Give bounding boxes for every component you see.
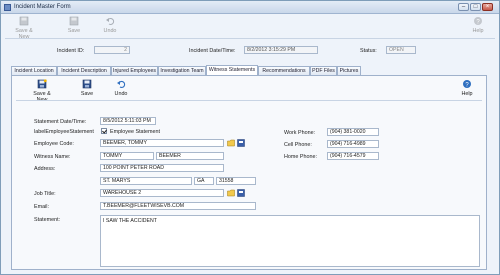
floppy-icon: [82, 79, 92, 89]
employee-statement-checkbox[interactable]: [101, 128, 107, 134]
witness-last-name-field[interactable]: BEEMER: [156, 152, 224, 160]
address-label: Address:: [34, 166, 56, 172]
help-button[interactable]: ? Help: [458, 79, 476, 97]
floppy-icon: [69, 16, 79, 26]
is-employee-label: labelEmployeeStatement: [34, 129, 94, 135]
minimize-button[interactable]: –: [458, 3, 469, 11]
top-help-button[interactable]: ? Help: [469, 16, 487, 34]
work-phone-field[interactable]: (904) 381-0020: [327, 128, 379, 136]
maximize-button[interactable]: □: [470, 3, 481, 11]
city-field[interactable]: ST. MARYS: [100, 177, 192, 185]
state-field[interactable]: GA: [194, 177, 214, 185]
inner-toolbar-divider: [16, 100, 482, 101]
employee-code-field[interactable]: BEEMER, TOMMY: [100, 139, 224, 147]
tab-incident-description[interactable]: Incident Description: [57, 66, 111, 75]
top-save-button[interactable]: Save: [65, 16, 83, 34]
help-icon: ?: [474, 17, 482, 26]
home-phone-label: Home Phone:: [284, 154, 317, 160]
toolbar-divider: [5, 38, 495, 39]
witness-name-label: Witness Name:: [34, 154, 71, 160]
status-label: Status:: [360, 48, 377, 54]
tab-incident-location[interactable]: Incident Location: [11, 66, 57, 75]
close-button[interactable]: ×: [482, 3, 493, 11]
zip-field[interactable]: 31558: [216, 177, 256, 185]
save-new-icon: [19, 16, 29, 26]
email-label: Email:: [34, 204, 49, 210]
cell-phone-field[interactable]: (904) 716-4989: [327, 140, 379, 148]
top-undo-button[interactable]: Undo: [101, 16, 119, 34]
incident-datetime-field: 8/2/2012 3:15:29 PM: [244, 46, 318, 54]
email-field[interactable]: T.BEEMER@FLEETWISEVB.COM: [100, 202, 256, 210]
folder-lookup-icon[interactable]: [227, 189, 235, 197]
statement-datetime-field[interactable]: 8/5/2012 5:11:03 PM: [100, 117, 156, 125]
top-save-new-button[interactable]: Save & New: [11, 16, 37, 40]
undo-icon: [106, 17, 115, 25]
address-field[interactable]: 100 POINT PETER ROAD: [100, 164, 224, 172]
undo-icon: [117, 80, 126, 89]
title-bar: Incident Master Form – □ ×: [1, 1, 499, 14]
witness-statements-panel: Save & New Save Undo ? Help Statement Da…: [11, 75, 487, 270]
employee-code-label: Employee Code:: [34, 141, 74, 147]
tab-recommendations[interactable]: Recommendations: [258, 66, 310, 75]
app-icon: [4, 4, 11, 11]
incident-master-window: Incident Master Form – □ × Save & New Sa…: [0, 0, 500, 275]
statement-label: Statement:: [34, 217, 61, 223]
employee-statement-checkbox-label: Employee Statement: [110, 129, 161, 135]
job-title-label: Job Title:: [34, 191, 56, 197]
job-title-field[interactable]: WAREHOUSE 2: [100, 189, 224, 197]
status-field: OPEN: [386, 46, 416, 54]
tab-pdf-files[interactable]: PDF Files: [310, 66, 337, 75]
employee-card-icon[interactable]: [237, 139, 245, 147]
statement-textarea[interactable]: I SAW THE ACCIDENT: [100, 215, 480, 267]
tab-pictures[interactable]: Pictures: [337, 66, 361, 75]
incident-id-field: 2: [94, 46, 130, 54]
home-phone-field[interactable]: (904) 716-4579: [327, 152, 379, 160]
save-button[interactable]: Save: [78, 79, 96, 97]
tab-injured-employees[interactable]: Injured Employees: [111, 66, 158, 75]
folder-lookup-icon[interactable]: [227, 139, 235, 147]
save-new-icon: [37, 79, 47, 89]
incident-id-label: Incident ID:: [57, 48, 85, 54]
cell-phone-label: Cell Phone:: [284, 142, 312, 148]
window-title: Incident Master Form: [14, 4, 71, 10]
incident-datetime-label: Incident Date/Time:: [189, 48, 236, 54]
work-phone-label: Work Phone:: [284, 130, 316, 136]
witness-first-name-field[interactable]: TOMMY: [100, 152, 154, 160]
statement-datetime-label: Statement Date/Time:: [34, 119, 87, 125]
tab-witness-statements[interactable]: Witness Statements: [206, 65, 258, 75]
job-card-icon[interactable]: [237, 189, 245, 197]
undo-button[interactable]: Undo: [112, 79, 130, 97]
help-icon: ?: [463, 80, 471, 89]
tab-investigation-team[interactable]: Investigation Team: [158, 66, 206, 75]
